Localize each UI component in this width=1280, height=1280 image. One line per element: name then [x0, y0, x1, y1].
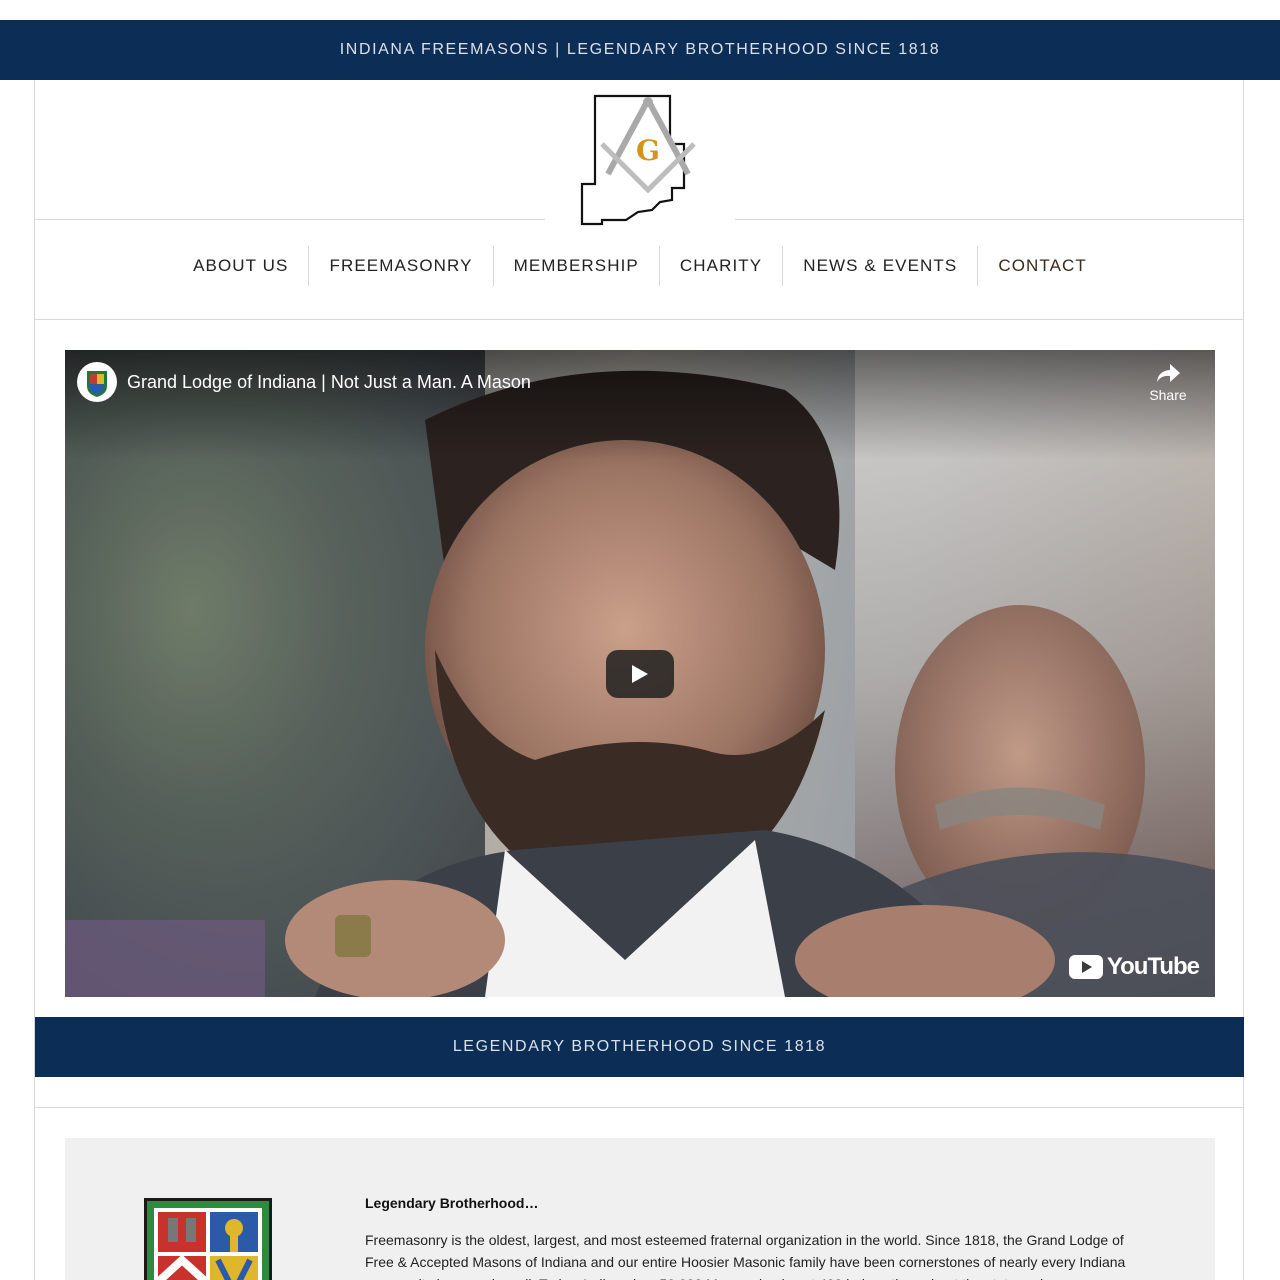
- main-nav: ABOUT US FREEMASONRY MEMBERSHIP CHARITY …: [0, 246, 1280, 286]
- youtube-wordmark: YouTube: [1106, 953, 1200, 980]
- site-logo[interactable]: G: [578, 92, 704, 228]
- share-label: Share: [1149, 387, 1187, 403]
- top-banner: INDIANA FREEMASONS | LEGENDARY BROTHERHO…: [0, 20, 1280, 80]
- video-top-shade: [65, 350, 1215, 460]
- nav-item-freemasonry[interactable]: FREEMASONRY: [308, 246, 492, 286]
- youtube-logo[interactable]: YouTube: [1068, 953, 1200, 981]
- play-icon: [632, 665, 648, 683]
- nav-label: CHARITY: [679, 256, 763, 275]
- youtube-play-logo-icon: [1068, 955, 1103, 979]
- grand-lodge-crest-icon: [144, 1198, 272, 1280]
- section-divider: [35, 1107, 1244, 1108]
- share-arrow-icon: [1157, 364, 1180, 382]
- intro-panel: Legendary Brotherhood… Freemasonry is th…: [65, 1138, 1215, 1280]
- channel-avatar[interactable]: [77, 362, 117, 402]
- nav-label: FREEMASONRY: [329, 256, 473, 275]
- crest-icon: [78, 363, 116, 401]
- nav-item-contact[interactable]: CONTACT: [977, 246, 1107, 286]
- share-button[interactable]: Share: [1143, 362, 1193, 403]
- video-title[interactable]: Grand Lodge of Indiana | Not Just a Man.…: [127, 372, 531, 393]
- indiana-square-compass-logo-icon: G: [580, 94, 696, 226]
- nav-label: CONTACT: [998, 256, 1087, 275]
- nav-item-news-events[interactable]: NEWS & EVENTS: [782, 246, 977, 286]
- nav-label: NEWS & EVENTS: [803, 256, 958, 275]
- section-banner: LEGENDARY BROTHERHOOD SINCE 1818: [35, 1017, 1244, 1077]
- intro-heading: Legendary Brotherhood…: [365, 1195, 539, 1211]
- nav-item-charity[interactable]: CHARITY: [658, 246, 782, 286]
- nav-divider: [35, 319, 1244, 320]
- youtube-video-embed[interactable]: Grand Lodge of Indiana | Not Just a Man.…: [65, 350, 1215, 997]
- play-button[interactable]: [606, 650, 674, 698]
- nav-item-about-us[interactable]: ABOUT US: [173, 246, 308, 286]
- nav-label: ABOUT US: [193, 256, 289, 275]
- section-banner-text: LEGENDARY BROTHERHOOD SINCE 1818: [452, 1038, 827, 1055]
- nav-label: MEMBERSHIP: [513, 256, 639, 275]
- logo-letter: G: [636, 134, 660, 167]
- top-banner-text: INDIANA FREEMASONS | LEGENDARY BROTHERHO…: [339, 41, 941, 58]
- nav-item-membership[interactable]: MEMBERSHIP: [492, 246, 659, 286]
- intro-body: Freemasonry is the oldest, largest, and …: [365, 1232, 1126, 1280]
